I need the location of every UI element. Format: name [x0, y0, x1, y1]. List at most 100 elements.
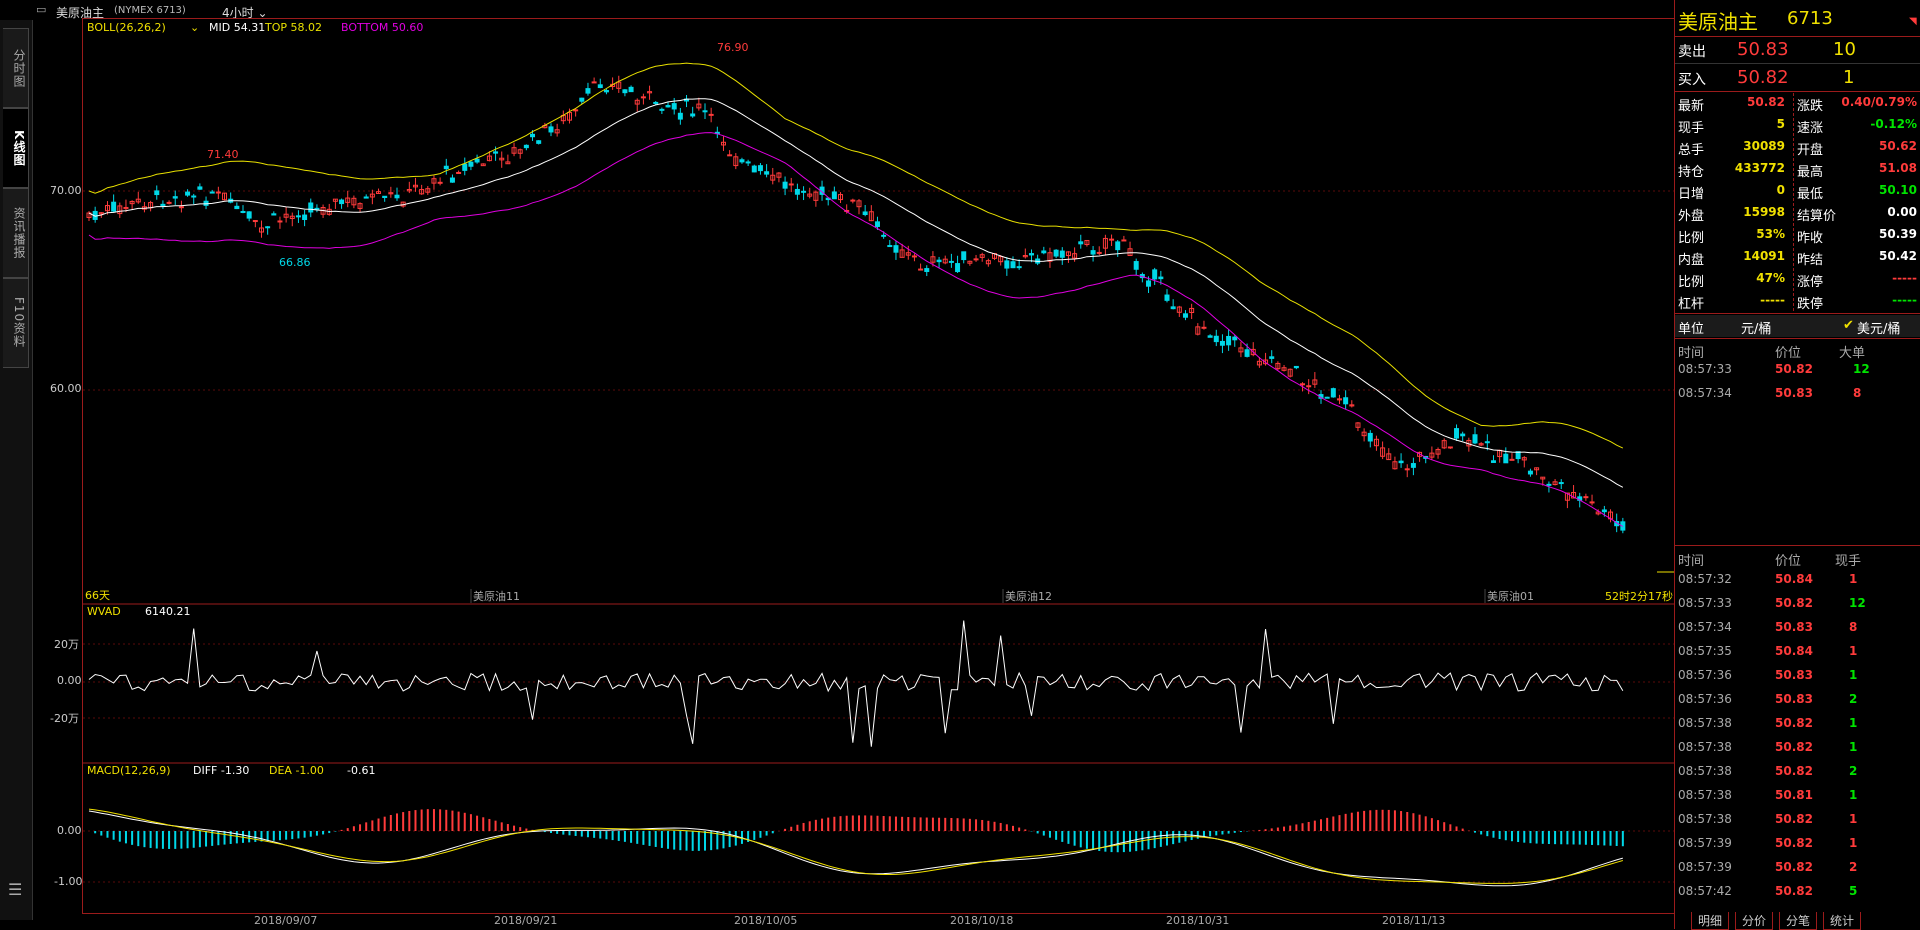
list-item[interactable]: 08:57:33 50.82 12: [1675, 360, 1920, 382]
macd-bar: [507, 824, 509, 831]
table-row[interactable]: 08:57:38 50.81 1: [1675, 786, 1920, 808]
macd-bar: [612, 831, 614, 840]
date-label: 2018/09/21: [494, 914, 557, 927]
stats-divider: [1793, 93, 1795, 311]
macd-bar: [1394, 810, 1396, 831]
window-icon[interactable]: ▭: [36, 3, 46, 16]
candle-body: [1079, 242, 1083, 244]
table-row[interactable]: 08:57:32 50.84 1: [1675, 570, 1920, 592]
macd-bar: [384, 817, 386, 831]
tab-detail[interactable]: 明细: [1691, 912, 1729, 930]
candlesticks: [87, 76, 1625, 533]
table-row[interactable]: 08:57:38 50.82 1: [1675, 810, 1920, 832]
candle-body: [1602, 510, 1606, 512]
candle-body: [463, 164, 467, 170]
tab-price-dist[interactable]: 分价: [1735, 912, 1773, 930]
candle-body: [1171, 307, 1175, 309]
macd-bar: [1554, 831, 1556, 844]
candle-body: [524, 145, 528, 147]
macd-bar: [1265, 829, 1267, 831]
candle-body: [654, 102, 658, 103]
quote-name: 美原油主: [1678, 6, 1758, 35]
buy-row[interactable]: 买入 50.82 1: [1675, 66, 1920, 90]
macd-bar: [568, 831, 570, 835]
table-row[interactable]: 08:57:35 50.84 1: [1675, 642, 1920, 664]
macd-bar: [1406, 812, 1408, 831]
unit-row: 单位 元/桶 ✔ 美元/桶: [1675, 315, 1920, 337]
tab-f10[interactable]: F10资料: [3, 278, 29, 368]
wvad-legend[interactable]: WVAD: [87, 605, 121, 618]
tab-news[interactable]: 资讯播报: [3, 188, 29, 278]
tab-stats[interactable]: 统计: [1823, 912, 1861, 930]
col-time: 时间: [1678, 550, 1704, 569]
separator: [1675, 545, 1920, 546]
unit-usd-option[interactable]: 美元/桶: [1857, 318, 1900, 337]
table-row[interactable]: 08:57:39 50.82 2: [1675, 858, 1920, 880]
sell-row[interactable]: 卖出 50.83 10: [1675, 38, 1920, 62]
table-row[interactable]: 08:57:39 50.82 1: [1675, 834, 1920, 856]
candle-body: [457, 172, 461, 173]
table-row[interactable]: 08:57:34 50.83 8: [1675, 618, 1920, 640]
macd-bar: [1400, 811, 1402, 831]
date-label: 2018/10/18: [950, 914, 1013, 927]
candle-body: [974, 259, 978, 260]
boll-legend[interactable]: BOLL(26,26,2): [87, 21, 166, 34]
table-row[interactable]: 08:57:33 50.82 12: [1675, 594, 1920, 616]
tick-time: 08:57:38: [1678, 740, 1732, 754]
boll-legend-chevron[interactable]: ⌄: [190, 21, 199, 34]
macd-bar: [316, 831, 318, 836]
tab-kline[interactable]: K线图: [3, 108, 29, 188]
list-item[interactable]: 08:57:34 50.83 8: [1675, 384, 1920, 406]
table-row[interactable]: 08:57:36 50.83 1: [1675, 666, 1920, 688]
list-icon[interactable]: ☰: [8, 880, 22, 899]
stat-row: 昨收 50.39: [1795, 225, 1920, 247]
macd-axis-neg1: -1.00: [54, 875, 82, 888]
macd-bar: [445, 810, 447, 831]
macd-legend[interactable]: MACD(12,26,9): [87, 764, 171, 777]
candle-body: [629, 87, 633, 91]
table-row[interactable]: 08:57:38 50.82 1: [1675, 738, 1920, 760]
tab-timeshare[interactable]: 分时图: [3, 28, 29, 108]
stat-label: 昨收: [1797, 227, 1823, 246]
table-row[interactable]: 08:57:36 50.83 2: [1675, 690, 1920, 712]
candle-body: [1301, 384, 1305, 385]
stat-value: 15998: [1743, 205, 1785, 219]
stat-label: 昨结: [1797, 249, 1823, 268]
stat-label: 跌停: [1797, 293, 1823, 312]
stat-value: 50.42: [1879, 249, 1917, 263]
macd-bar: [796, 825, 798, 831]
table-row[interactable]: 08:57:38 50.82 2: [1675, 762, 1920, 784]
tab-news-label: 资讯播报: [12, 207, 26, 259]
macd-bar: [1369, 810, 1371, 831]
table-row[interactable]: 08:57:38 50.82 1: [1675, 714, 1920, 736]
tab-trades[interactable]: 分笔: [1779, 912, 1817, 930]
table-row[interactable]: 08:57:42 50.82 5: [1675, 882, 1920, 904]
macd-bar: [1049, 831, 1051, 838]
candle-body: [1590, 502, 1594, 503]
candle-body: [574, 110, 578, 111]
separator: [1675, 338, 1920, 339]
tab-timeshare-label: 分时图: [12, 49, 26, 88]
candle-body: [691, 114, 695, 116]
macd-bar: [1221, 831, 1223, 834]
unit-cny-option[interactable]: 元/桶: [1741, 318, 1771, 337]
candle-body: [1584, 497, 1588, 498]
trade-price: 50.83: [1775, 386, 1813, 400]
tick-time: 08:57:32: [1678, 572, 1732, 586]
kline-chart-area[interactable]: BOLL(26,26,2) ⌄ MID 54.31 TOP 58.02 BOTT…: [82, 18, 1676, 914]
candle-body: [802, 191, 806, 192]
macd-bar: [987, 821, 989, 831]
tick-volume: 2: [1849, 860, 1857, 874]
candle-body: [210, 192, 214, 193]
macd-bar: [938, 818, 940, 831]
sell-volume: 10: [1833, 39, 1856, 60]
candle-body: [531, 134, 535, 136]
stat-row: 结算价 0.00: [1795, 203, 1920, 225]
chart-svg[interactable]: BOLL(26,26,2) ⌄ MID 54.31 TOP 58.02 BOTT…: [83, 19, 1675, 913]
candle-body: [752, 166, 756, 172]
macd-bar: [193, 831, 195, 848]
macd-bar: [698, 831, 700, 851]
col-big-order: 大单: [1839, 342, 1865, 361]
candle-body: [1159, 277, 1163, 279]
candle-body: [1485, 442, 1489, 443]
